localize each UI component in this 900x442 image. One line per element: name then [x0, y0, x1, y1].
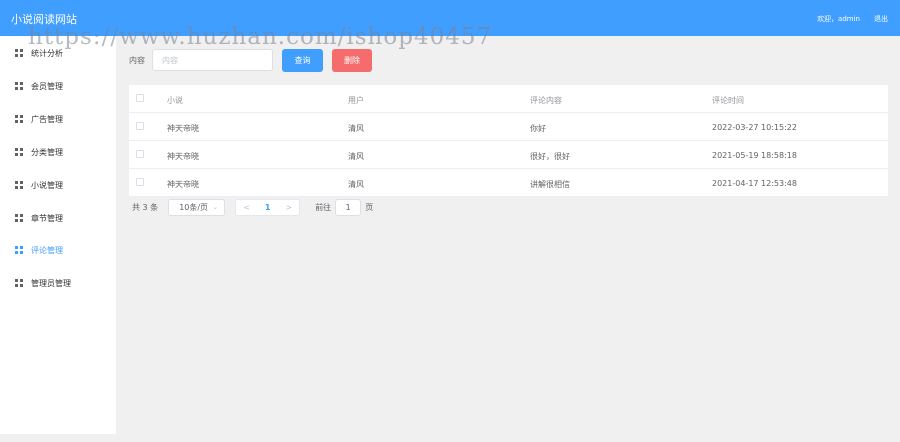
grid-icon [15, 214, 23, 222]
sidebar-item-label: 分类管理 [31, 147, 63, 157]
column-header-content: 评论内容 [530, 96, 562, 105]
column-header-user: 用户 [348, 96, 364, 105]
sidebar-item-label: 广告管理 [31, 114, 63, 124]
sidebar-item-statistics[interactable]: 统计分析 [0, 42, 116, 64]
page-suffix: 页 [365, 202, 374, 212]
grid-icon [15, 181, 23, 189]
goto-label: 前往 [315, 202, 332, 212]
sidebar-item-label: 会员管理 [31, 81, 63, 91]
sidebar-item-label: 评论管理 [31, 245, 63, 255]
column-header-novel: 小说 [167, 96, 183, 105]
sidebar-item-comments[interactable]: 评论管理 [0, 239, 116, 261]
grid-icon [15, 246, 23, 254]
query-button[interactable]: 查询 [282, 49, 323, 72]
sidebar-item-ads[interactable]: 广告管理 [0, 108, 116, 130]
sidebar-item-novels[interactable]: 小说管理 [0, 174, 116, 196]
row-checkbox[interactable] [136, 150, 144, 158]
select-all-checkbox[interactable] [136, 94, 144, 102]
page-navigator: < 1 > [235, 198, 301, 216]
table-header-row: 小说 用户 评论内容 评论时间 [129, 85, 888, 113]
sidebar-item-label: 统计分析 [31, 48, 63, 58]
cell-novel: 神天帝晓 [167, 180, 199, 189]
sidebar-item-members[interactable]: 会员管理 [0, 75, 116, 97]
chevron-down-icon: ⌄ [212, 203, 219, 211]
search-label: 内容 [129, 56, 145, 65]
cell-novel: 神天帝晓 [167, 124, 199, 133]
chevron-right-icon[interactable]: > [278, 203, 299, 212]
chevron-left-icon[interactable]: < [236, 203, 257, 212]
table-row: 神天帝晓 清风 你好 2022-03-27 10:15:22 [129, 113, 888, 141]
sidebar-item-chapters[interactable]: 章节管理 [0, 207, 116, 229]
cell-content: 你好 [530, 124, 546, 133]
grid-icon [15, 115, 23, 123]
cell-time: 2022-03-27 10:15:22 [712, 123, 797, 132]
cell-user: 清风 [348, 152, 364, 161]
main-content: 内容 查询 删除 小说 用户 评论内容 评论时间 神天帝晓 清风 你好 2022… [116, 36, 900, 442]
cell-content: 很好，很好 [530, 152, 570, 161]
sidebar-item-label: 小说管理 [31, 180, 63, 190]
comments-table: 小说 用户 评论内容 评论时间 神天帝晓 清风 你好 2022-03-27 10… [129, 85, 888, 197]
sidebar-item-label: 章节管理 [31, 213, 63, 223]
column-header-time: 评论时间 [712, 96, 744, 105]
delete-button[interactable]: 删除 [332, 49, 372, 72]
row-checkbox[interactable] [136, 122, 144, 130]
row-checkbox[interactable] [136, 178, 144, 186]
goto-page-input[interactable] [335, 198, 362, 216]
table-row: 神天帝晓 清风 很好，很好 2021-05-19 18:58:18 [129, 141, 888, 169]
grid-icon [15, 279, 23, 287]
sidebar-item-categories[interactable]: 分类管理 [0, 141, 116, 163]
cell-content: 讲解很相信 [530, 180, 570, 189]
sidebar-item-label: 管理员管理 [31, 278, 71, 288]
welcome-text: 欢迎，admin [817, 15, 860, 23]
page-number-button[interactable]: 1 [257, 203, 278, 212]
cell-user: 清风 [348, 124, 364, 133]
pagination-total: 共 3 条 [132, 202, 159, 212]
cell-time: 2021-04-17 12:53:48 [712, 179, 797, 188]
sidebar-menu: 统计分析 会员管理 广告管理 分类管理 小说管理 章节管理 评论管理 管理员管理 [0, 36, 116, 434]
table-row: 神天帝晓 清风 讲解很相信 2021-04-17 12:53:48 [129, 169, 888, 197]
page-size-select[interactable]: 10条/页 ⌄ [168, 198, 226, 216]
grid-icon [15, 49, 23, 57]
app-title: 小说阅读网站 [11, 13, 77, 26]
content-search-input[interactable] [152, 49, 273, 71]
cell-novel: 神天帝晓 [167, 152, 199, 161]
page-size-value: 10条/页 [179, 202, 209, 212]
header-user-area: 欢迎，admin 退出 [817, 14, 888, 24]
cell-user: 清风 [348, 180, 364, 189]
top-header: 小说阅读网站 欢迎，admin 退出 [0, 0, 900, 36]
pagination: 共 3 条 10条/页 ⌄ < 1 > 前往 页 [132, 198, 373, 216]
logout-link[interactable]: 退出 [874, 14, 888, 24]
cell-time: 2021-05-19 18:58:18 [712, 151, 797, 160]
sidebar-item-admins[interactable]: 管理员管理 [0, 272, 116, 294]
grid-icon [15, 82, 23, 90]
grid-icon [15, 148, 23, 156]
